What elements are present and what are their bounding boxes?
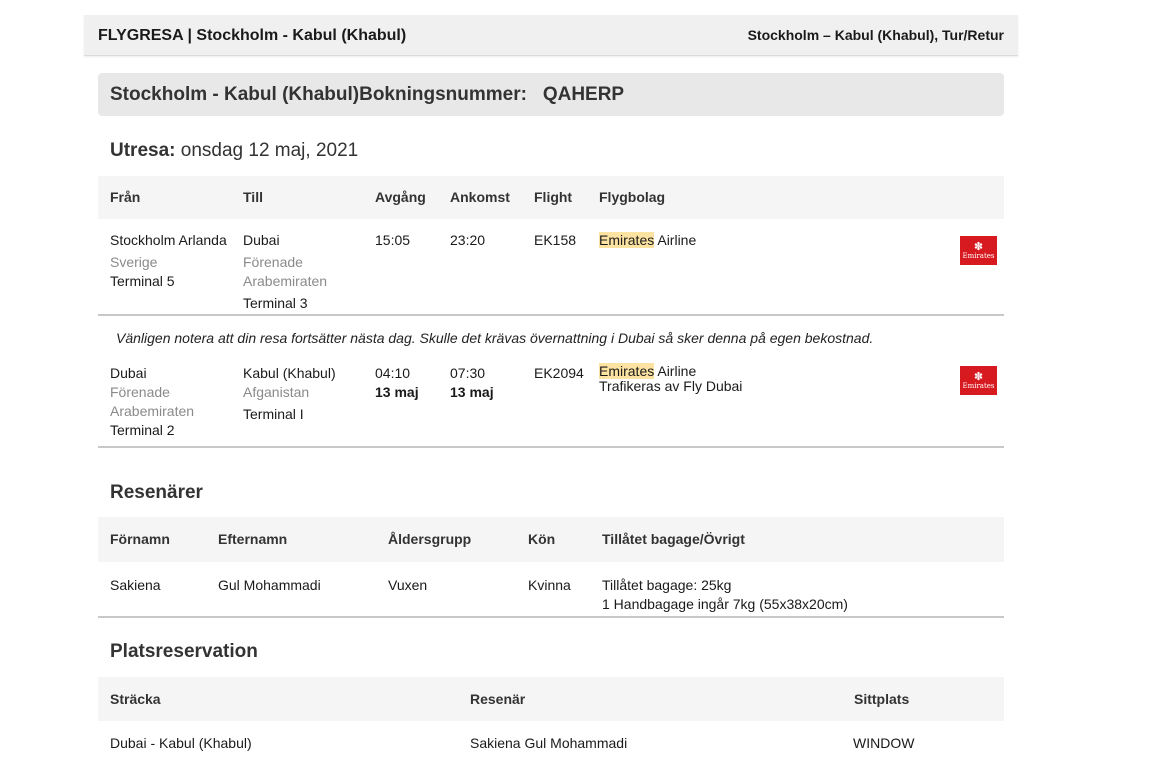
booking-title: Stockholm - Kabul (Khabul)Bokningsnummer…: [110, 84, 624, 106]
from-city: Stockholm Arlanda: [110, 232, 227, 248]
booking-number: QAHERP: [542, 84, 625, 105]
departure-cell: 04:10 13 maj: [375, 364, 419, 402]
to-cell: Dubai Förenade Arabemiraten Terminal 3: [243, 231, 353, 313]
emirates-logo-icon: ✽ Emirates: [960, 366, 997, 395]
emirates-logo-icon: ✽ Emirates: [960, 236, 997, 265]
travelers-title: Resenärer: [110, 482, 203, 503]
arrival-cell: 07:30 13 maj: [450, 364, 494, 402]
col-traveler: Resenär: [470, 691, 526, 707]
divider: [98, 314, 1004, 316]
travelers-table-header: Förnamn Efternamn Åldersgrupp Kön Tillåt…: [98, 517, 1004, 562]
to-country: Afganistan: [243, 384, 310, 400]
col-airline: Flygbolag: [599, 189, 666, 205]
col-from: Från: [110, 189, 141, 205]
airline-cell: Emirates Airline Trafikeras av Fly Dubai: [599, 363, 743, 394]
flight-leg-2: Dubai Förenade Arabemiraten Terminal 2 K…: [98, 363, 1004, 446]
airline-cell: Emirates Airline: [599, 231, 696, 250]
airline-suffix: Airline: [654, 363, 697, 379]
from-city: Dubai: [110, 365, 147, 381]
to-terminal: Terminal I: [243, 406, 304, 422]
traveler-gender: Kvinna: [528, 577, 571, 593]
baggage-allowance: Tillåtet bagage: 25kg: [602, 577, 732, 593]
to-country: Förenade Arabemiraten: [243, 254, 328, 289]
divider: [98, 446, 1004, 448]
airline-name: Emirates: [599, 363, 655, 379]
arrival-date: 13 maj: [450, 384, 494, 400]
trip-summary: Stockholm – Kabul (Khabul), Tur/Retur: [747, 27, 1004, 43]
hand-baggage: 1 Handbagage ingår 7kg (55x38x20cm): [602, 596, 848, 612]
from-country: Sverige: [110, 254, 158, 270]
arrival-time: 23:20: [450, 232, 486, 248]
col-segment: Sträcka: [110, 691, 161, 707]
col-first-name: Förnamn: [110, 531, 170, 547]
col-flight: Flight: [534, 189, 573, 205]
overnight-note: Vänligen notera att din resa fortsätter …: [116, 330, 874, 346]
page-header: FLYGRESA | Stockholm - Kabul (Khabul) St…: [84, 15, 1018, 56]
col-age-group: Åldersgrupp: [388, 531, 472, 547]
departure-date: 13 maj: [375, 384, 419, 400]
logo-text: Emirates: [962, 252, 995, 260]
traveler-age-group: Vuxen: [388, 577, 428, 593]
to-city: Kabul (Khabul): [243, 365, 336, 381]
booking-route: Stockholm - Kabul (Khabul): [110, 84, 360, 105]
table-row: Sakiena Gul Mohammadi Vuxen Kvinna Tillå…: [98, 576, 1004, 616]
seats-table-header: Sträcka Resenär Sittplats: [98, 677, 1004, 721]
divider: [98, 616, 1004, 618]
from-terminal: Terminal 5: [110, 273, 175, 289]
flight-leg-1: Stockholm Arlanda Sverige Terminal 5 Dub…: [98, 231, 1004, 315]
table-row: Dubai - Kabul (Khabul) Sakiena Gul Moham…: [98, 734, 1004, 758]
arrival-time: 07:30: [450, 365, 486, 381]
traveler-last-name: Gul Mohammadi: [218, 577, 321, 593]
operated-by: Trafikeras av Fly Dubai: [599, 378, 743, 394]
traveler-first-name: Sakiena: [110, 577, 161, 593]
col-seat: Sittplats: [854, 691, 910, 707]
flight-number: EK158: [534, 232, 577, 248]
from-country: Förenade Arabemiraten: [110, 384, 195, 419]
to-city: Dubai: [243, 232, 280, 248]
to-terminal: Terminal 3: [243, 295, 308, 311]
logo-text: Emirates: [962, 382, 995, 390]
airline-name: Emirates: [599, 232, 655, 248]
to-cell: Kabul (Khabul) Afganistan Terminal I: [243, 364, 363, 424]
booking-header: Stockholm - Kabul (Khabul)Bokningsnummer…: [98, 73, 1004, 116]
outbound-date: onsdag 12 maj, 2021: [180, 140, 359, 161]
col-to: Till: [243, 189, 263, 205]
col-arrival: Ankomst: [450, 189, 510, 205]
emblem-icon: ✽: [973, 370, 984, 383]
departure-time: 15:05: [375, 232, 411, 248]
seat-segment: Dubai - Kabul (Khabul): [110, 735, 252, 751]
page-title: FLYGRESA | Stockholm - Kabul (Khabul): [98, 27, 407, 44]
col-last-name: Efternamn: [218, 531, 288, 547]
col-departure: Avgång: [375, 189, 426, 205]
traveler-baggage: Tillåtet bagage: 25kg 1 Handbagage ingår…: [602, 576, 848, 614]
col-baggage: Tillåtet bagage/Övrigt: [602, 531, 745, 547]
seat-traveler: Sakiena Gul Mohammadi: [470, 735, 628, 751]
outbound-label: Utresa:: [110, 140, 176, 161]
seats-title: Platsreservation: [110, 641, 258, 662]
from-cell: Dubai Förenade Arabemiraten Terminal 2: [110, 364, 230, 440]
airline-suffix: Airline: [654, 232, 697, 248]
booking-number-label: Bokningsnummer:: [359, 84, 527, 105]
seat-type: WINDOW: [853, 735, 915, 751]
col-gender: Kön: [528, 531, 556, 547]
flight-number: EK2094: [534, 365, 584, 381]
from-cell: Stockholm Arlanda Sverige Terminal 5: [110, 231, 240, 291]
from-terminal: Terminal 2: [110, 422, 175, 438]
emblem-icon: ✽: [973, 240, 984, 253]
flight-table-header: Från Till Avgång Ankomst Flight Flygbola…: [98, 176, 1004, 219]
departure-time: 04:10: [375, 365, 411, 381]
outbound-heading: Utresa: onsdag 12 maj, 2021: [110, 140, 358, 162]
